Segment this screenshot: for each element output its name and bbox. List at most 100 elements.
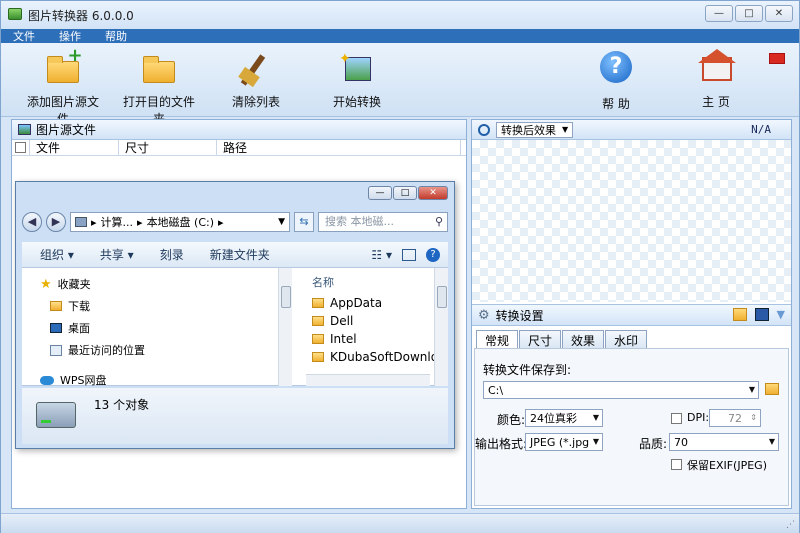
file-item[interactable]: AppData — [312, 296, 382, 310]
new-folder-button[interactable]: 新建文件夹 — [210, 246, 270, 263]
save-to-label: 转换文件保存到: — [483, 363, 572, 377]
navigation-pane: ★ 收藏夹 下载 桌面 最近访问的位置 WPS网盘 — [22, 268, 292, 388]
forward-button[interactable]: ▶ — [46, 212, 66, 232]
breadcrumb-drive[interactable]: 本地磁盘 (C:) — [147, 214, 214, 230]
view-options-icon[interactable]: ☷ ▾ — [371, 248, 392, 262]
settings-title: 转换设置 — [495, 308, 544, 323]
start-convert-label: 开始转换 — [332, 95, 381, 109]
tab-general[interactable]: 常规 — [476, 330, 519, 350]
exif-checkbox[interactable] — [671, 459, 682, 470]
folder-icon — [312, 334, 324, 344]
dpi-label: DPI: — [687, 411, 710, 424]
image-icon — [18, 124, 31, 135]
dpi-checkbox[interactable] — [671, 413, 682, 424]
app-window: 图片转换器 6.0.0.0 — □ ✕ 文件 操作 帮助 + 添加图片源文件 打… — [0, 0, 800, 533]
format-label: 输出格式: — [475, 437, 528, 451]
file-item[interactable]: Intel — [312, 332, 357, 346]
clear-list-label: 清除列表 — [231, 95, 280, 109]
home-label: 主 页 — [702, 95, 730, 109]
nav-downloads[interactable]: 下载 — [50, 298, 90, 314]
nav-desktop[interactable]: 桌面 — [50, 320, 90, 336]
downloads-icon — [50, 301, 62, 311]
settings-tabs: 常规 尺寸 效果 水印 — [476, 330, 648, 350]
collapse-icon[interactable]: ▼ — [777, 308, 785, 321]
title-bar: 图片转换器 6.0.0.0 — □ ✕ — [1, 1, 799, 29]
share-button[interactable]: 共享 ▾ — [100, 246, 134, 263]
tab-watermark[interactable]: 水印 — [605, 330, 648, 350]
file-scrollbar[interactable] — [434, 268, 448, 386]
refresh-button[interactable]: ⇆ — [294, 212, 314, 232]
help-button[interactable]: ? 帮 助 — [591, 49, 641, 112]
start-convert-button[interactable]: ✦ 开始转换 — [327, 49, 387, 110]
preview-mode-dropdown[interactable]: 转换后效果 ▼ — [496, 121, 574, 138]
close-button[interactable]: ✕ — [765, 5, 793, 22]
file-item[interactable]: Dell — [312, 314, 353, 328]
dpi-stepper[interactable]: 72 ⇕ — [709, 409, 761, 427]
exif-label: 保留EXIF(JPEG) — [687, 459, 767, 472]
file-hscrollbar[interactable] — [306, 374, 430, 386]
explorer-status: 13 个对象 — [22, 388, 448, 444]
add-source-button[interactable]: + 添加图片源文件 — [23, 47, 103, 127]
minimize-button[interactable]: — — [705, 5, 733, 22]
save-icon[interactable] — [754, 308, 769, 321]
address-row: ◀ ▶ ▸ 计算... ▸ 本地磁盘 (C:) ▸ ▼ ⇆ 搜索 本地磁... ⚲ — [22, 210, 448, 234]
quality-label: 品质: — [639, 437, 668, 451]
breadcrumb-computer[interactable]: 计算... — [101, 214, 134, 230]
clear-list-button[interactable]: 清除列表 — [226, 49, 286, 110]
color-combo[interactable]: 24位真彩 ▼ — [525, 409, 603, 427]
explorer-close-button[interactable]: ✕ — [418, 186, 448, 200]
nav-favorites[interactable]: ★ 收藏夹 — [40, 276, 91, 292]
explorer-command-bar: 组织 ▾ 共享 ▾ 刻录 新建文件夹 ☷ ▾ ? — [22, 242, 448, 268]
china-flag-icon[interactable] — [769, 53, 785, 64]
home-button[interactable]: 主 页 — [691, 49, 741, 110]
preview-area — [472, 140, 791, 302]
file-item[interactable]: KDubaSoftDownloa — [312, 350, 445, 364]
folder-icon — [143, 56, 175, 83]
explorer-maximize-button[interactable]: □ — [393, 186, 417, 200]
drive-icon — [36, 402, 76, 428]
source-panel-title: 图片源文件 — [36, 123, 97, 137]
folder-icon — [312, 352, 324, 362]
menu-operate[interactable]: 操作 — [59, 28, 81, 44]
quality-combo[interactable]: 70 ▼ — [669, 433, 779, 451]
search-icon: ⚲ — [434, 215, 443, 228]
burn-button[interactable]: 刻录 — [160, 246, 184, 263]
tab-size[interactable]: 尺寸 — [519, 330, 562, 350]
organize-button[interactable]: 组织 ▾ — [40, 246, 74, 263]
open-folder-icon[interactable] — [732, 308, 747, 321]
back-button[interactable]: ◀ — [22, 212, 42, 232]
open-dest-button[interactable]: 打开目的文件夹 — [119, 49, 199, 127]
star-icon: ★ — [40, 276, 52, 292]
save-path-combo[interactable]: C:\ ▼ — [483, 381, 759, 399]
col-size[interactable]: 尺寸 — [119, 140, 217, 155]
col-path[interactable]: 路径 — [217, 140, 461, 155]
col-name[interactable]: 名称 — [312, 274, 334, 290]
tab-effect[interactable]: 效果 — [562, 330, 605, 350]
explorer-body: ★ 收藏夹 下载 桌面 最近访问的位置 WPS网盘 名称 AppData Dell… — [22, 268, 448, 388]
browse-folder-icon[interactable] — [765, 383, 779, 395]
nav-scrollbar[interactable] — [278, 268, 292, 386]
computer-icon — [75, 217, 87, 227]
col-file[interactable]: 文件 — [29, 140, 119, 155]
preview-pane-icon[interactable] — [402, 248, 416, 261]
status-bar: ⋰ — [1, 513, 799, 533]
nav-recent[interactable]: 最近访问的位置 — [50, 342, 145, 358]
menu-file[interactable]: 文件 — [13, 28, 35, 44]
right-panel: 转换后效果 ▼ N/A ⚙ 转换设置 ▼ 常规 尺寸 效果 水印 转换文件保存到:… — [471, 119, 792, 509]
resize-grip-icon[interactable]: ⋰ — [786, 520, 795, 530]
maximize-button[interactable]: □ — [735, 5, 763, 22]
help-label: 帮 助 — [602, 97, 630, 111]
address-bar[interactable]: ▸ 计算... ▸ 本地磁盘 (C:) ▸ ▼ — [70, 212, 290, 232]
explorer-titlebar: — □ ✕ — [16, 182, 454, 202]
desktop-icon — [50, 323, 62, 333]
magnifier-icon — [478, 123, 490, 136]
format-combo[interactable]: JPEG (*.jpg ▼ — [525, 433, 603, 451]
nav-wps-drive[interactable]: WPS网盘 — [40, 372, 107, 388]
select-all-checkbox[interactable] — [15, 142, 26, 153]
object-count: 13 个对象 — [94, 398, 150, 412]
search-input[interactable]: 搜索 本地磁... ⚲ — [318, 212, 448, 232]
explorer-help-icon[interactable]: ? — [426, 247, 440, 262]
folder-icon — [312, 298, 324, 308]
menu-help[interactable]: 帮助 — [105, 28, 127, 44]
explorer-minimize-button[interactable]: — — [368, 186, 392, 200]
